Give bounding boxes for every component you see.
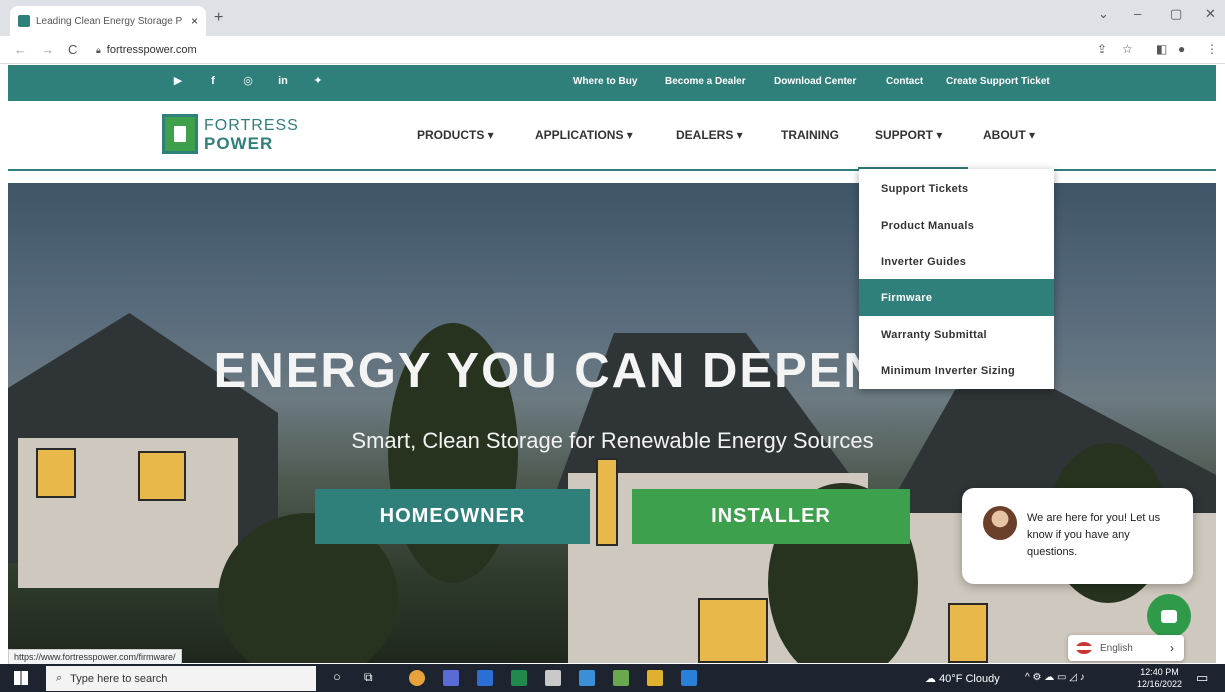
hero-subheadline: Smart, Clean Storage for Renewable Energ… (351, 428, 874, 453)
chat-launcher-button[interactable] (1147, 594, 1191, 638)
nav-about[interactable]: ABOUT ▾ (983, 128, 1035, 142)
menu-item-firmware[interactable]: Firmware (859, 279, 1054, 316)
chat-agent-avatar (983, 506, 1017, 540)
nav-training[interactable]: TRAINING (781, 128, 839, 142)
new-tab-button[interactable]: + (214, 9, 223, 27)
chevron-right-icon: › (1170, 641, 1174, 655)
installer-button[interactable]: INSTALLER (632, 489, 910, 544)
toplink-where-to-buy[interactable]: Where to Buy (573, 76, 637, 87)
logo-text-top[interactable]: FORTRESS (204, 117, 299, 135)
maximize-icon[interactable]: ▢ (1170, 6, 1182, 22)
minimize-icon[interactable]: – (1134, 6, 1141, 21)
us-flag-icon (1076, 642, 1092, 654)
language-selector[interactable]: English › (1068, 635, 1184, 661)
cortana-icon[interactable]: ○ (333, 669, 341, 684)
nav-products[interactable]: PRODUCTS ▾ (417, 128, 494, 142)
menu-item-inverter-guides[interactable]: Inverter Guides (859, 243, 1054, 280)
logo-text-bottom[interactable]: POWER (204, 134, 273, 154)
instagram-icon[interactable]: ◎ (241, 74, 255, 88)
nav-dealers[interactable]: DEALERS ▾ (676, 128, 743, 142)
app-icon[interactable] (613, 670, 629, 686)
chat-message: We are here for you! Let us know if you … (1027, 512, 1161, 558)
fortress-logo-icon[interactable] (162, 114, 198, 154)
forward-icon[interactable]: → (41, 42, 54, 57)
notifications-icon[interactable]: ▭ (1196, 670, 1208, 686)
window-close-icon[interactable]: ✕ (1205, 6, 1216, 22)
weather-widget[interactable]: ☁ 40°F Cloudy (925, 672, 1000, 685)
house-window (948, 603, 988, 663)
url-text: fortresspower.com (106, 44, 197, 56)
toplink-create-support-ticket[interactable]: Create Support Ticket (946, 76, 1050, 87)
house-window (596, 458, 618, 546)
site-favicon-icon (18, 15, 30, 27)
nav-support[interactable]: SUPPORT ▾ (875, 128, 942, 142)
youtube-icon[interactable]: ▶ (171, 74, 185, 88)
toplink-contact[interactable]: Contact (886, 76, 923, 87)
facebook-icon[interactable]: f (206, 74, 220, 88)
lock-icon: 🔒︎ (96, 44, 101, 55)
teams-icon[interactable] (443, 670, 459, 686)
linkedin-icon[interactable]: in (276, 74, 290, 88)
cloud-icon: ☁ (925, 673, 936, 685)
tab-search-icon[interactable]: ⌄ (1098, 6, 1109, 22)
tab-close-icon[interactable]: × (191, 14, 198, 28)
excel-icon[interactable] (511, 670, 527, 686)
toplink-become-dealer[interactable]: Become a Dealer (665, 76, 746, 87)
house-window (698, 598, 768, 663)
clock-time: 12:40 PM (1140, 667, 1179, 677)
clock-date: 12/16/2022 (1137, 679, 1183, 689)
file-explorer-icon[interactable] (647, 670, 663, 686)
nav-applications[interactable]: APPLICATIONS ▾ (535, 128, 633, 142)
twitter-icon[interactable]: ✦ (311, 74, 325, 88)
share-icon[interactable]: ⇪ (1097, 42, 1107, 56)
task-view-icon[interactable]: ⧉ (364, 670, 373, 685)
house-window (36, 448, 76, 498)
bookmark-star-icon[interactable]: ☆ (1122, 42, 1133, 56)
taskbar-search-box[interactable]: ⌕ Type here to search (46, 666, 316, 691)
weather-text: 40°F Cloudy (939, 673, 1000, 685)
word-icon[interactable] (477, 670, 493, 686)
url-field[interactable]: 🔒︎ fortresspower.com (96, 40, 197, 60)
taskbar-clock[interactable]: 12:40 PM 12/16/2022 (1137, 666, 1182, 690)
profile-icon[interactable]: ● (1178, 42, 1185, 56)
app-icon[interactable] (579, 670, 595, 686)
house-window (138, 451, 186, 501)
reload-icon[interactable]: C (68, 42, 77, 57)
support-dropdown-menu: Support Tickets Product Manuals Inverter… (859, 169, 1054, 389)
menu-item-warranty-submittal[interactable]: Warranty Submittal (859, 316, 1054, 353)
calculator-icon[interactable] (545, 670, 561, 686)
taskbar-search-placeholder: Type here to search (70, 672, 168, 685)
menu-item-product-manuals[interactable]: Product Manuals (859, 207, 1054, 244)
menu-item-minimum-inverter-sizing[interactable]: Minimum Inverter Sizing (859, 352, 1054, 389)
search-icon: ⌕ (56, 672, 63, 684)
back-icon[interactable]: ← (14, 42, 27, 57)
chat-icon (1161, 609, 1177, 623)
status-bar-url: https://www.fortresspower.com/firmware/ (8, 649, 182, 665)
outlook-icon[interactable] (681, 670, 697, 686)
chrome-icon[interactable] (409, 670, 425, 686)
homeowner-button[interactable]: HOMEOWNER (315, 489, 590, 544)
tab-title: Leading Clean Energy Storage P (36, 15, 183, 27)
system-tray-icons[interactable]: ^ ⚙ ☁ ▭ ◿ ♪ (1025, 672, 1085, 683)
windows-start-icon[interactable] (14, 671, 28, 685)
browser-menu-icon[interactable]: ⋮ (1206, 42, 1218, 56)
menu-item-support-tickets[interactable]: Support Tickets (859, 170, 1054, 207)
language-label: English (1100, 642, 1133, 654)
browser-tab[interactable]: Leading Clean Energy Storage P × (10, 6, 206, 36)
toplink-download-center[interactable]: Download Center (774, 76, 856, 87)
sidepanel-icon[interactable]: ◧ (1156, 42, 1167, 56)
